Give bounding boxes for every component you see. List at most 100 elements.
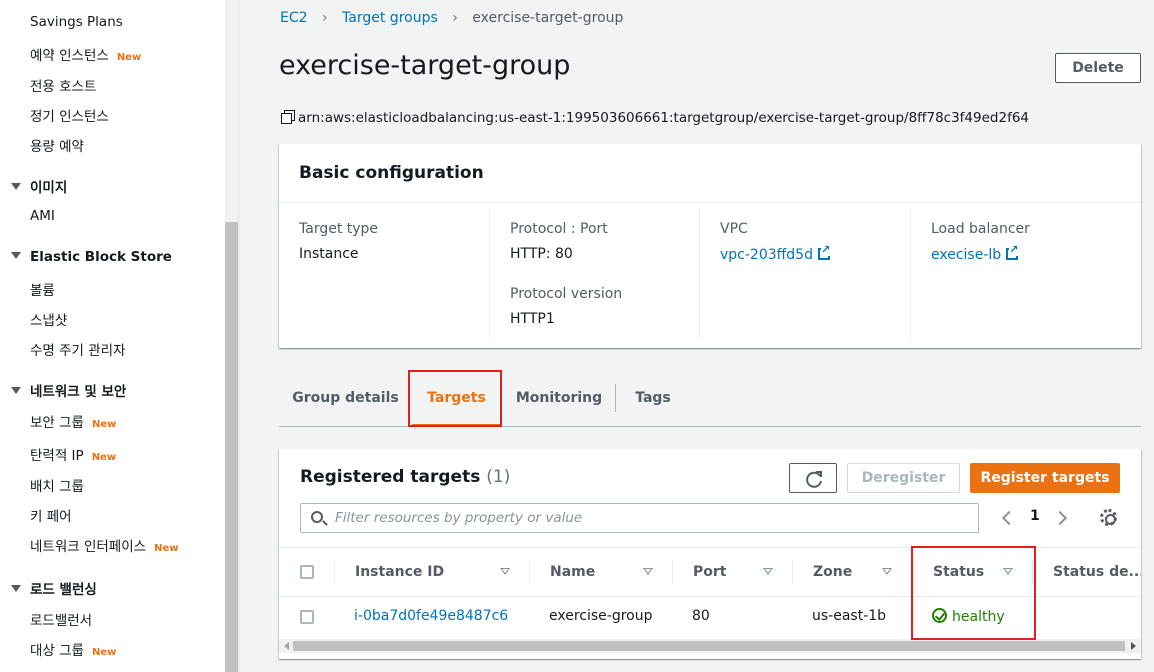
column-header-name[interactable]: Name: [550, 548, 595, 596]
search-input[interactable]: [335, 509, 965, 527]
sidebar-section-network[interactable]: 네트워크 및 보안: [11, 380, 126, 400]
load-balancer-column: Load balancer execise-lb: [910, 208, 1141, 338]
sort-icon[interactable]: [763, 568, 773, 575]
tab-monitoring[interactable]: Monitoring: [505, 370, 613, 426]
protocol-column: Protocol : Port HTTP: 80 Protocol versio…: [489, 208, 699, 338]
breadcrumb-ec2[interactable]: EC2: [280, 10, 308, 26]
chevron-right-icon: ›: [452, 10, 458, 26]
copy-icon[interactable]: [281, 110, 295, 124]
column-separator: [529, 560, 530, 584]
sidebar-item-ami[interactable]: AMI: [30, 208, 55, 224]
sidebar-section-load-balancing[interactable]: 로드 밸런싱: [11, 578, 97, 598]
breadcrumb-target-groups[interactable]: Target groups: [342, 10, 438, 26]
basic-configuration-card: Basic configuration Target type Instance…: [279, 144, 1141, 348]
tab-divider: [615, 384, 616, 412]
sidebar-item-reserved-instances[interactable]: 예약 인스턴스 New: [30, 44, 141, 64]
chevron-right-icon[interactable]: [1052, 510, 1068, 526]
sidebar-item-security-groups[interactable]: 보안 그룹 New: [30, 411, 116, 431]
target-type-column: Target type Instance: [279, 208, 499, 338]
targets-tab-highlight: [408, 370, 502, 427]
sidebar-item-lifecycle-manager[interactable]: 수명 주기 관리자: [30, 339, 126, 359]
vpc-column: VPC vpc-203ffd5d: [699, 208, 910, 338]
target-port: 80: [692, 608, 710, 624]
filter-search: [300, 503, 979, 533]
horizontal-scrollbar-thumb[interactable]: [293, 641, 1125, 651]
protocol-version-label: Protocol version: [510, 286, 623, 302]
registered-targets-title: Registered targets (1): [300, 467, 511, 487]
column-header-status-details[interactable]: Status de...: [1053, 548, 1141, 596]
new-badge: New: [91, 647, 117, 658]
arn: arn:aws:elasticloadbalancing:us-east-1:1…: [281, 110, 1029, 126]
sidebar-item-elastic-ips[interactable]: 탄력적 IP New: [30, 444, 116, 464]
chevron-left-icon[interactable]: [1001, 510, 1017, 526]
new-badge: New: [91, 419, 117, 430]
protocol-port-value: HTTP: 80: [510, 246, 573, 262]
select-all-checkbox[interactable]: [300, 565, 314, 579]
load-balancer-link[interactable]: execise-lb: [931, 244, 1019, 263]
sidebar-section-ebs[interactable]: Elastic Block Store: [11, 249, 172, 265]
caret-down-icon: [11, 183, 21, 190]
caret-down-icon: [11, 585, 21, 592]
page-title: exercise-target-group: [279, 50, 571, 81]
sidebar-item-snapshots[interactable]: 스냅샷: [30, 309, 67, 329]
breadcrumb-current: exercise-target-group: [472, 10, 624, 26]
protocol-port-label: Protocol : Port: [510, 221, 608, 237]
chevron-right-icon: ›: [321, 10, 328, 26]
sidebar-item-network-interfaces[interactable]: 네트워크 인터페이스 New: [30, 535, 178, 555]
sidebar-item-placement-groups[interactable]: 배치 그룹: [30, 475, 84, 495]
new-badge: New: [154, 543, 179, 554]
scroll-right-icon[interactable]: [1131, 642, 1136, 650]
sidebar-item-key-pairs[interactable]: 키 페어: [30, 505, 72, 525]
caret-down-icon: [11, 387, 21, 394]
page-number[interactable]: 1: [1030, 508, 1040, 524]
target-count: (1): [486, 467, 511, 487]
sort-icon[interactable]: [500, 568, 510, 575]
refresh-button[interactable]: [789, 463, 837, 493]
vpc-label: VPC: [720, 221, 748, 237]
column-header-port[interactable]: Port: [693, 548, 726, 596]
caret-down-icon: [11, 252, 21, 259]
arn-value: arn:aws:elasticloadbalancing:us-east-1:1…: [298, 110, 1029, 126]
sidebar-item-target-groups[interactable]: 대상 그룹 New: [30, 639, 116, 659]
instance-id-link[interactable]: i-0ba7d0fe49e8487c6: [354, 608, 508, 624]
target-name: exercise-group: [549, 608, 653, 624]
sidebar: Savings Plans 예약 인스턴스 New 전용 호스트 정기 인스턴스 …: [0, 0, 225, 672]
sidebar-divider: [238, 0, 240, 672]
tab-group-details[interactable]: Group details: [279, 370, 412, 426]
target-zone: us-east-1b: [812, 608, 887, 624]
tab-tags[interactable]: Tags: [617, 370, 689, 426]
settings-gear-icon[interactable]: [1100, 509, 1117, 526]
column-separator: [672, 560, 673, 584]
column-header-zone[interactable]: Zone: [813, 548, 852, 596]
horizontal-scrollbar[interactable]: [279, 639, 1141, 653]
sort-icon[interactable]: [643, 568, 653, 575]
row-checkbox[interactable]: [300, 610, 314, 624]
target-type-value: Instance: [299, 246, 359, 262]
sidebar-section-images[interactable]: 이미지: [11, 176, 67, 196]
column-separator: [334, 560, 335, 584]
target-type-label: Target type: [299, 221, 379, 237]
external-link-icon: [1006, 244, 1019, 260]
register-targets-button[interactable]: Register targets: [970, 463, 1120, 493]
deregister-button[interactable]: Deregister: [847, 463, 960, 493]
delete-button[interactable]: Delete: [1055, 53, 1141, 83]
column-header-instance-id[interactable]: Instance ID: [355, 548, 444, 596]
status-highlight: [911, 546, 1036, 640]
sort-icon[interactable]: [882, 568, 892, 575]
vpc-link[interactable]: vpc-203ffd5d: [720, 244, 831, 263]
sidebar-scrollbar-thumb[interactable]: [225, 222, 238, 672]
search-icon: [311, 511, 323, 523]
basic-configuration-title: Basic configuration: [279, 144, 1141, 203]
sidebar-item-capacity-reservations[interactable]: 용량 예약: [30, 135, 84, 155]
sidebar-item-scheduled-instances[interactable]: 정기 인스턴스: [30, 105, 109, 125]
sidebar-item-volumes[interactable]: 볼륨: [30, 279, 55, 299]
sidebar-item-load-balancers[interactable]: 로드밸런서: [30, 609, 92, 629]
protocol-version-value: HTTP1: [510, 311, 555, 327]
load-balancer-label: Load balancer: [931, 221, 1030, 237]
scroll-left-icon[interactable]: [284, 642, 289, 650]
sidebar-item-savings-plans[interactable]: Savings Plans: [30, 14, 123, 30]
new-badge: New: [116, 52, 142, 63]
new-badge: New: [91, 452, 117, 463]
sidebar-item-dedicated-hosts[interactable]: 전용 호스트: [30, 75, 96, 95]
breadcrumb: EC2 › Target groups › exercise-target-gr…: [280, 10, 623, 26]
